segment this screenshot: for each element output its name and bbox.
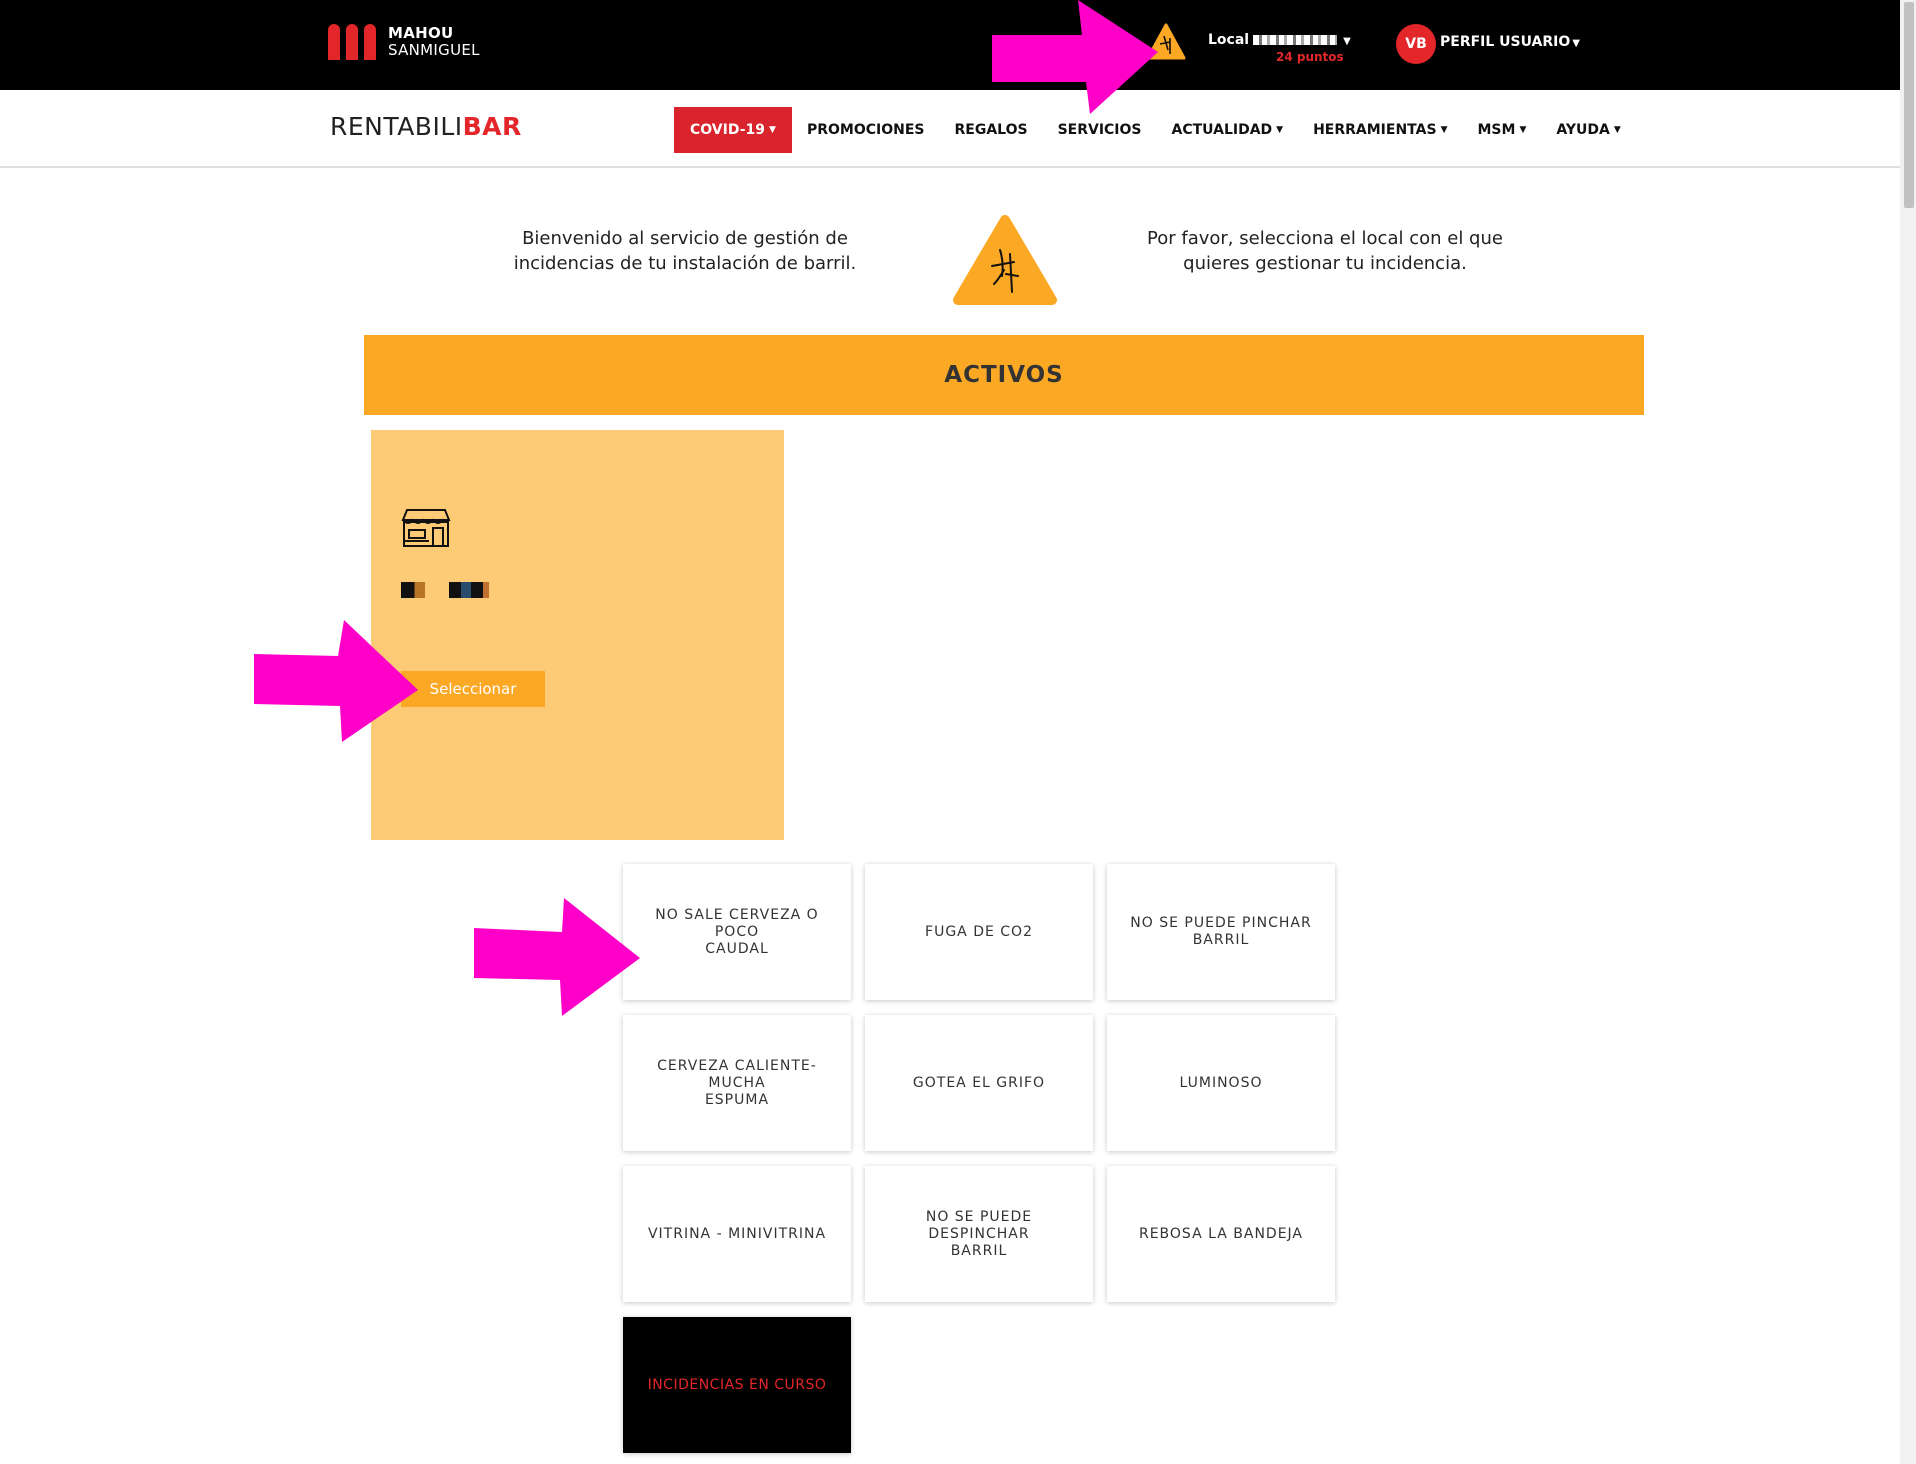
profile-label: PERFIL USUARIO — [1440, 34, 1571, 50]
local-label: Local — [1208, 32, 1250, 48]
chevron-down-icon: ▼ — [1613, 125, 1621, 135]
incidence-luminoso[interactable]: LUMINOSO — [1107, 1015, 1335, 1151]
top-bar: MAHOU SANMIGUEL Local ▼ 24 puntos VB PERF… — [0, 0, 1900, 90]
incidence-grid: NO SALE CERVEZA O POCO CAUDAL FUGA DE CO2… — [623, 864, 1335, 1453]
logo-part-2: BAR — [462, 112, 522, 141]
incidence-no-pinchar-barril[interactable]: NO SE PUEDE PINCHAR BARRIL — [1107, 864, 1335, 1000]
barrel-tap-warning-icon — [953, 215, 1057, 305]
annotation-arrow — [474, 898, 640, 1016]
select-local-button[interactable]: Seleccionar — [401, 671, 545, 707]
rentabilibar-logo[interactable]: RENTABILIBAR — [330, 112, 522, 141]
logo-part-1: RENTABILI — [330, 112, 463, 141]
incidence-vitrina[interactable]: VITRINA - MINIVITRINA — [623, 1166, 851, 1302]
chevron-down-icon: ▼ — [769, 125, 776, 135]
intro-welcome-text: Bienvenido al servicio de gestión de inc… — [513, 228, 857, 274]
brand-line-2: SANMIGUEL — [388, 41, 480, 59]
redacted-local-name — [401, 582, 489, 598]
local-card: Seleccionar — [371, 430, 784, 840]
chevron-down-icon: ▼ — [1572, 38, 1580, 49]
chevron-down-icon: ▼ — [1440, 125, 1448, 135]
mahou-sanmiguel-logo[interactable]: MAHOU SANMIGUEL — [328, 24, 480, 60]
avatar[interactable]: VB — [1396, 24, 1436, 64]
scrollbar-thumb[interactable] — [1904, 2, 1914, 208]
scrollbar[interactable] — [1900, 0, 1916, 1464]
profile-menu[interactable]: PERFIL USUARIO ▼ — [1440, 34, 1580, 50]
chevron-down-icon: ▼ — [1343, 36, 1351, 47]
incidence-no-sale-cerveza[interactable]: NO SALE CERVEZA O POCO CAUDAL — [623, 864, 851, 1000]
incidence-cerveza-caliente[interactable]: CERVEZA CALIENTE-MUCHA ESPUMA — [623, 1015, 851, 1151]
annotation-arrow — [254, 620, 418, 742]
intro-instruction-text: Por favor, selecciona el local con el qu… — [1147, 228, 1503, 274]
nav-item-herramientas[interactable]: HERRAMIENTAS ▼ — [1298, 107, 1462, 153]
nav-item-ayuda[interactable]: AYUDA ▼ — [1541, 107, 1635, 153]
activos-header: ACTIVOS — [364, 335, 1644, 415]
local-selector[interactable]: Local ▼ — [1208, 32, 1351, 48]
nav-item-msm[interactable]: MSM ▼ — [1462, 107, 1541, 153]
annotation-arrow — [992, 0, 1158, 114]
brand-line-1: MAHOU — [388, 24, 454, 42]
incidence-fuga-co2[interactable]: FUGA DE CO2 — [865, 864, 1093, 1000]
redacted-local-name — [1253, 35, 1338, 45]
main-navbar: RENTABILIBAR COVID-19 ▼ PROMOCIONES REGAL… — [0, 90, 1900, 168]
incidence-no-despinchar-barril[interactable]: NO SE PUEDE DESPINCHAR BARRIL — [865, 1166, 1093, 1302]
points-counter: 24 puntos — [1276, 50, 1344, 64]
chevron-down-icon: ▼ — [1519, 125, 1527, 135]
nav-item-promociones[interactable]: PROMOCIONES — [792, 107, 940, 153]
incidence-rebosa-bandeja[interactable]: REBOSA LA BANDEJA — [1107, 1166, 1335, 1302]
chevron-down-icon: ▼ — [1276, 125, 1284, 135]
nav-item-covid-19[interactable]: COVID-19 ▼ — [674, 107, 792, 153]
shop-icon — [401, 509, 451, 547]
brand-bars-icon — [328, 24, 376, 60]
incidencias-en-curso-button[interactable]: INCIDENCIAS EN CURSO — [623, 1317, 851, 1453]
incidence-gotea-grifo[interactable]: GOTEA EL GRIFO — [865, 1015, 1093, 1151]
